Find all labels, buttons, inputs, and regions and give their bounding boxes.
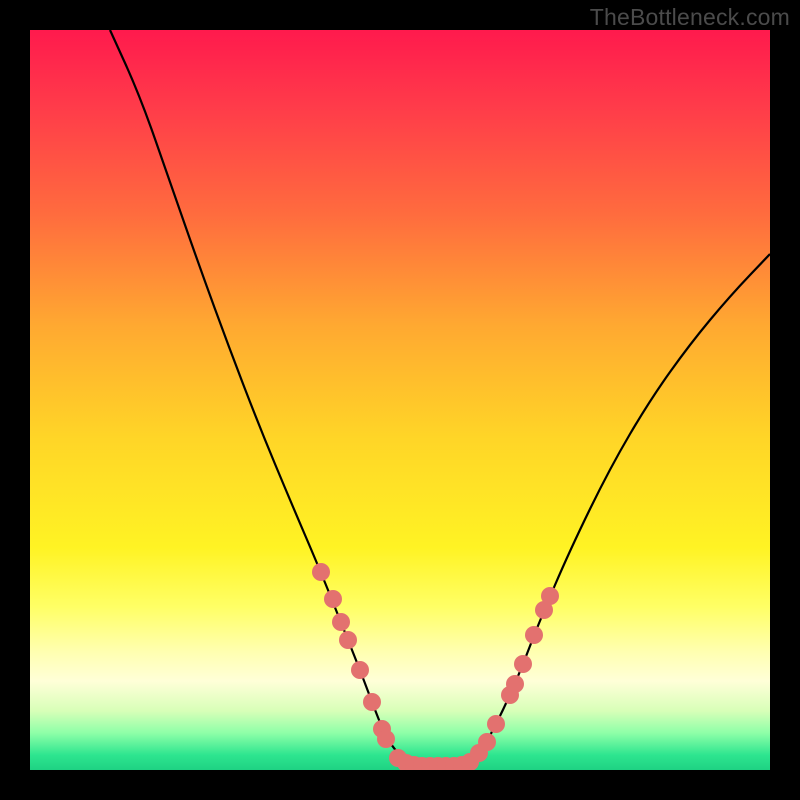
data-dot (478, 733, 496, 751)
data-dot (312, 563, 330, 581)
data-dot (506, 675, 524, 693)
data-dot (525, 626, 543, 644)
data-dot (351, 661, 369, 679)
data-dot (541, 587, 559, 605)
attribution-text: TheBottleneck.com (590, 4, 790, 31)
data-dot (339, 631, 357, 649)
chart-svg (30, 30, 770, 770)
data-dot (332, 613, 350, 631)
curve-left (110, 30, 415, 766)
chart-area (30, 30, 770, 770)
data-dot (324, 590, 342, 608)
data-dot (377, 730, 395, 748)
data-dots (312, 563, 559, 770)
data-dot (514, 655, 532, 673)
data-dot (487, 715, 505, 733)
data-dot (363, 693, 381, 711)
